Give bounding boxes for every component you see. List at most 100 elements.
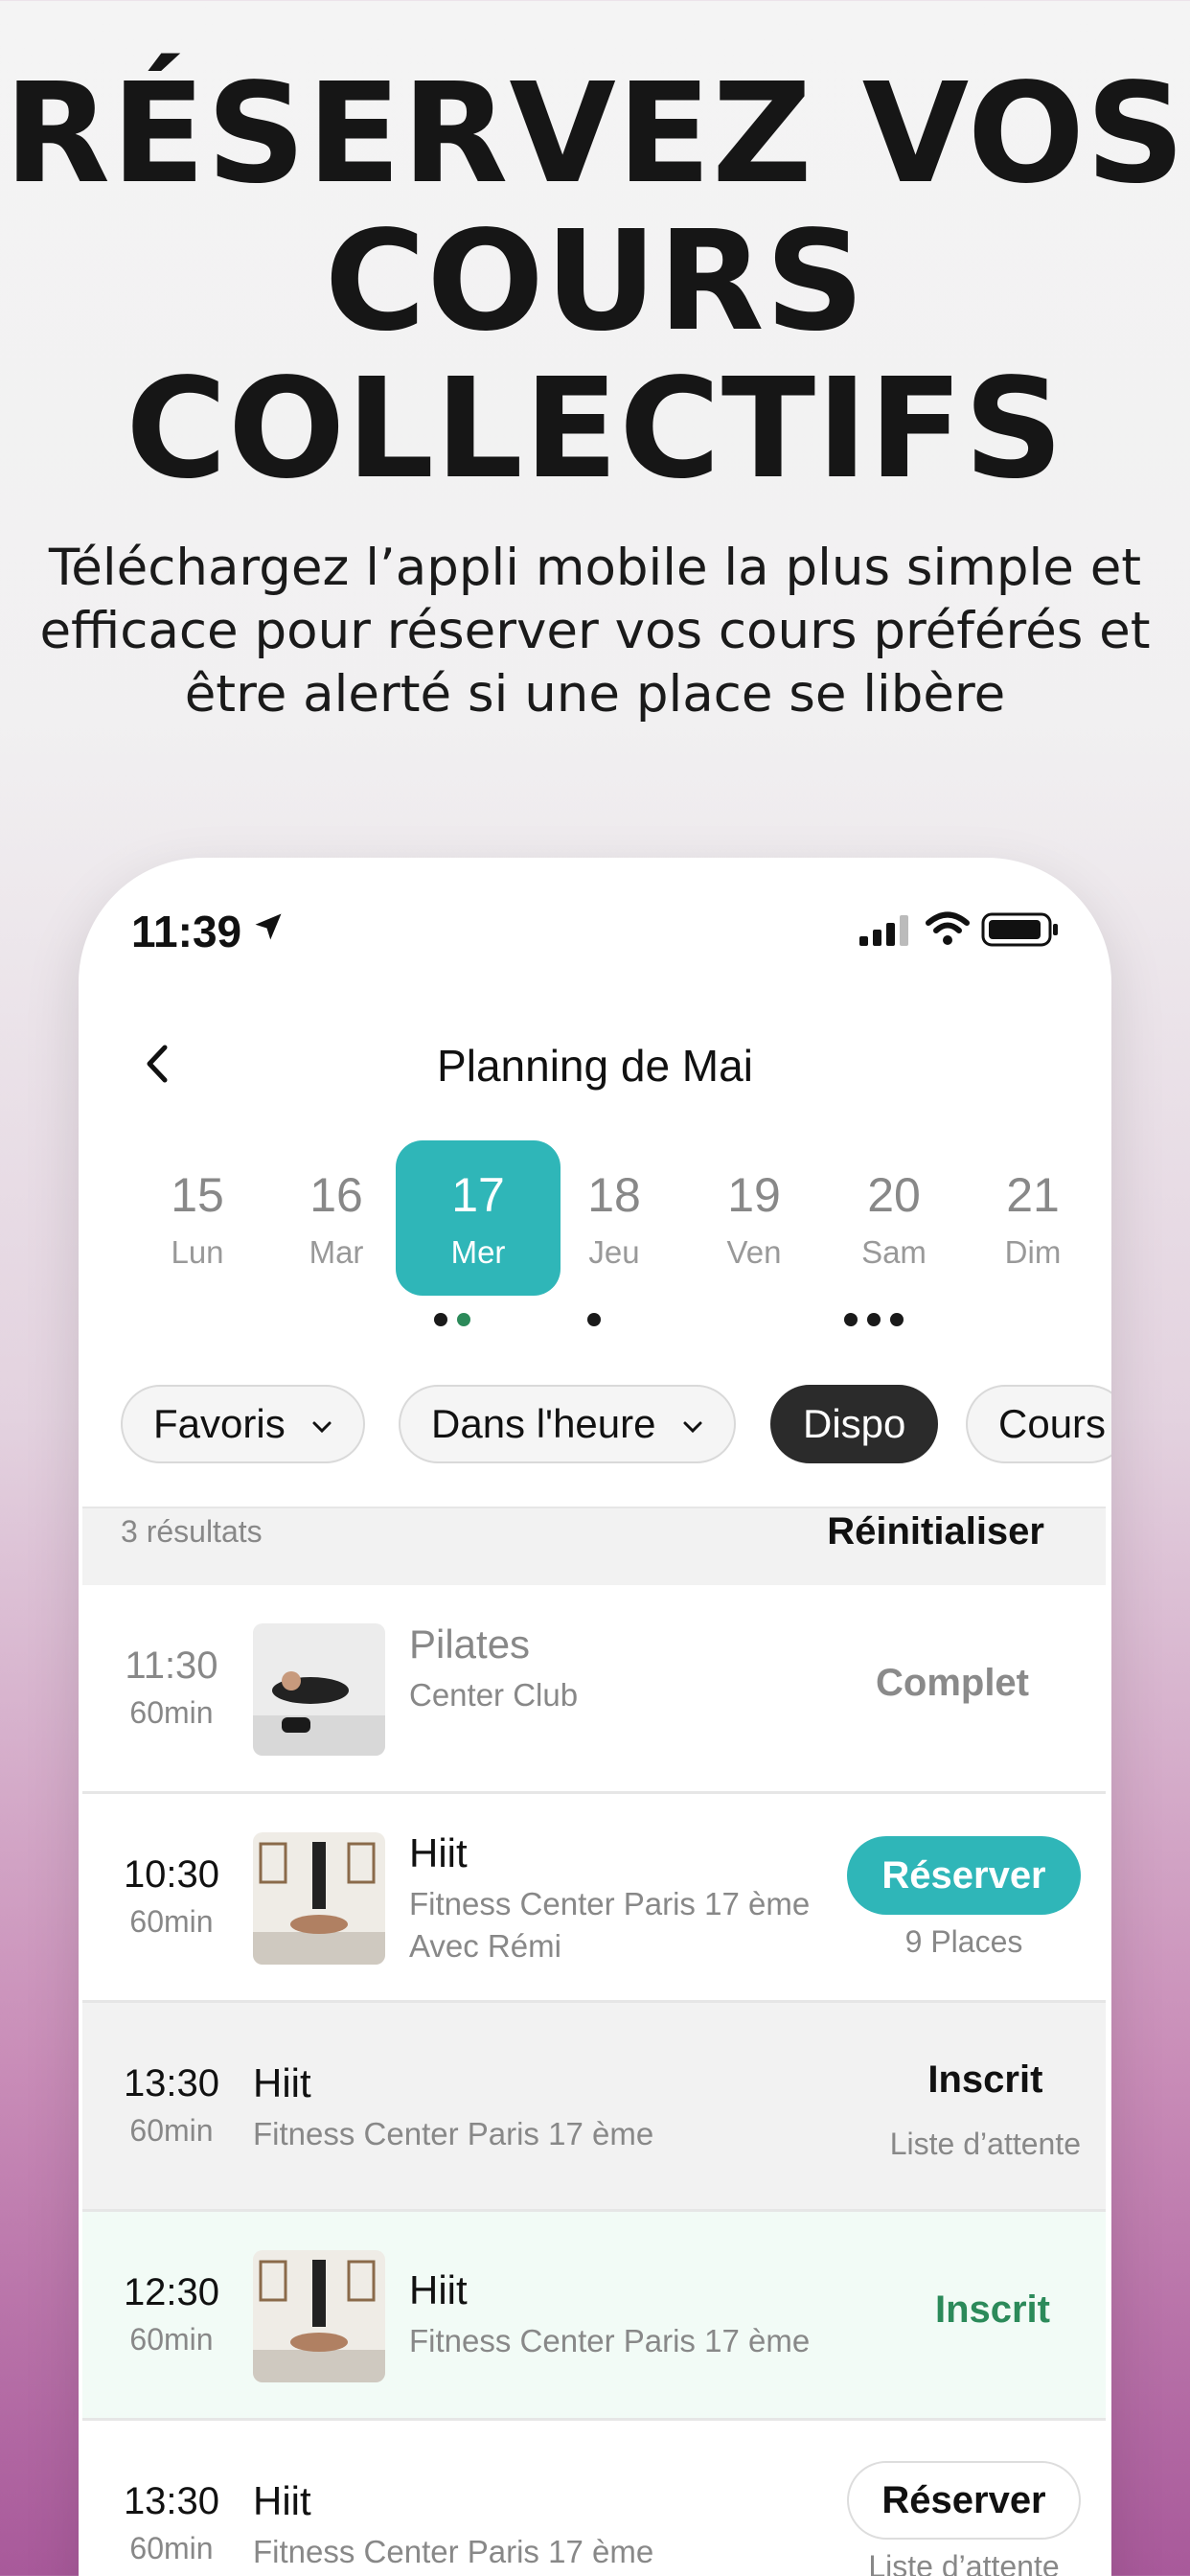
- class-action: Réserver 9 Places: [847, 1836, 1081, 1960]
- event-dot: [867, 1313, 881, 1326]
- class-location: Fitness Center Paris 17 ème: [409, 1886, 811, 1921]
- class-start-time: 10:30: [123, 1853, 220, 1896]
- class-time: 13:30 60min: [119, 2480, 224, 2566]
- class-name: Pilates: [409, 1622, 531, 1667]
- class-thumbnail-pilates: [253, 1623, 385, 1756]
- day-16[interactable]: 16 Mar: [278, 1140, 395, 1296]
- event-dot-booked: [457, 1313, 470, 1326]
- filter-label: Dispo: [803, 1401, 906, 1446]
- class-time: 12:30 60min: [119, 2271, 224, 2358]
- class-info: Hiit Fitness Center Paris 17 ème: [409, 2267, 810, 2359]
- waitlist-label: Liste d’attente: [868, 2549, 1060, 2576]
- class-coach: Avec Rémi: [409, 1928, 561, 1964]
- class-name: Hiit: [253, 2060, 311, 2105]
- day-18[interactable]: 18 Jeu: [556, 1140, 673, 1296]
- day-selector: 15 Lun 16 Mar 17 Mer 18 Jeu 19 Ven 20 Sa…: [79, 1140, 1111, 1332]
- headline-line-2: COURS: [324, 200, 866, 361]
- day-number: 19: [727, 1168, 781, 1222]
- class-start-time: 13:30: [123, 2480, 220, 2522]
- day-label: Sam: [861, 1234, 927, 1270]
- class-duration: 60min: [129, 2113, 214, 2148]
- day-20-event-dots: [844, 1313, 904, 1332]
- day-17-event-dots: [434, 1313, 470, 1332]
- battery-icon: [981, 912, 1058, 947]
- location-arrow-icon: [255, 913, 282, 940]
- chevron-down-icon: [683, 1421, 702, 1434]
- class-list: 3 résultats Réinitialiser 11:30 60min Pi…: [82, 1506, 1106, 2576]
- filter-favoris[interactable]: Favoris: [121, 1385, 366, 1463]
- class-location: Fitness Center Paris 17 ème: [409, 2323, 811, 2358]
- class-row[interactable]: 11:30 60min Pilates Center Club Complet: [82, 1585, 1106, 1794]
- subheadline-line-2: efficace pour réserver vos cours préféré…: [39, 602, 1151, 660]
- headline-line-1: RÉSERVEZ VOS: [4, 53, 1186, 214]
- class-name: Hiit: [409, 2267, 468, 2312]
- class-duration: 60min: [129, 1695, 214, 1730]
- reset-filters-button[interactable]: Réinitialiser: [827, 1510, 1044, 1553]
- filter-label: Dans l'heure: [431, 1401, 656, 1446]
- cellular-signal-icon: [859, 915, 908, 946]
- day-number: 17: [451, 1168, 505, 1222]
- headline-line-3: COLLECTIFS: [126, 348, 1064, 509]
- day-label: Mar: [309, 1234, 364, 1270]
- class-location: Center Club: [409, 1677, 579, 1713]
- day-label: Jeu: [588, 1234, 640, 1270]
- class-row[interactable]: 10:30 60min Hiit Fitness Center Paris 17…: [82, 1794, 1106, 2003]
- day-number: 16: [309, 1168, 363, 1222]
- class-name: Hiit: [253, 2478, 311, 2523]
- day-number: 15: [171, 1168, 224, 1222]
- class-start-time: 12:30: [123, 2271, 220, 2313]
- class-row[interactable]: 13:30 60min Hiit Fitness Center Paris 17…: [82, 2421, 1106, 2576]
- class-action: Inscrit Liste d’attente: [890, 2058, 1081, 2162]
- day-label: Mer: [450, 1234, 506, 1270]
- page-title: Planning de Mai: [437, 1041, 753, 1091]
- filter-dans-l-heure[interactable]: Dans l'heure: [399, 1385, 737, 1463]
- results-bar: 3 résultats Réinitialiser: [82, 1506, 1106, 1585]
- day-20[interactable]: 20 Sam: [835, 1140, 952, 1296]
- filter-cours[interactable]: Cours: [966, 1385, 1111, 1463]
- day-number: 18: [587, 1168, 641, 1222]
- class-info: Pilates Center Club: [409, 1622, 578, 1714]
- day-label: Ven: [726, 1234, 782, 1270]
- phone-mockup: 11:39 Planning de Mai 15 Lun 16 Mar 17 M…: [79, 858, 1111, 2576]
- results-count: 3 résultats: [121, 1514, 263, 1549]
- day-number: 21: [1006, 1168, 1060, 1222]
- class-duration: 60min: [129, 1904, 214, 1939]
- waitlist-label: Liste d’attente: [889, 2127, 1081, 2161]
- filter-dispo-active[interactable]: Dispo: [770, 1385, 939, 1463]
- subheadline-line-3: être alerté si une place se libère: [184, 665, 1006, 724]
- class-row[interactable]: 12:30 60min Hiit Fitness Center Paris 17…: [82, 2212, 1106, 2421]
- subheadline-line-1: Téléchargez l’appli mobile la plus simpl…: [48, 539, 1142, 597]
- class-name: Hiit: [409, 1830, 468, 1875]
- class-time: 10:30 60min: [119, 1853, 224, 1940]
- event-dot: [434, 1313, 447, 1326]
- reserve-button[interactable]: Réserver: [847, 1836, 1081, 1915]
- class-action: Inscrit: [935, 2288, 1050, 2332]
- class-location: Fitness Center Paris 17 ème: [253, 2534, 654, 2569]
- class-start-time: 11:30: [125, 1644, 218, 1687]
- event-dot: [890, 1313, 904, 1326]
- status-time: 11:39: [131, 907, 242, 956]
- class-location: Fitness Center Paris 17 ème: [253, 2116, 654, 2151]
- day-21[interactable]: 21 Dim: [974, 1140, 1091, 1296]
- places-left: 9 Places: [904, 1924, 1023, 1959]
- class-start-time: 13:30: [123, 2062, 220, 2104]
- day-label: Dim: [1004, 1234, 1062, 1270]
- class-action: Complet: [857, 1662, 1048, 1705]
- day-15[interactable]: 15 Lun: [139, 1140, 256, 1296]
- class-row[interactable]: 13:30 60min Hiit Fitness Center Paris 17…: [82, 2003, 1106, 2212]
- day-label: Lun: [171, 1234, 224, 1270]
- class-info: Hiit Fitness Center Paris 17 ème: [253, 2060, 653, 2152]
- class-time: 13:30 60min: [119, 2062, 224, 2149]
- status-complet: Complet: [876, 1662, 1029, 1704]
- status-bar: 11:39: [79, 858, 1111, 982]
- class-info: Hiit Fitness Center Paris 17 ème: [253, 2478, 653, 2570]
- day-17-selected[interactable]: 17 Mer: [396, 1140, 561, 1296]
- class-thumbnail-hiit: [253, 1832, 385, 1965]
- class-duration: 60min: [129, 2531, 214, 2565]
- reserve-waitlist-button[interactable]: Réserver: [847, 2461, 1081, 2540]
- filter-label: Cours: [998, 1401, 1107, 1446]
- chevron-down-icon: [312, 1421, 332, 1434]
- class-action: Réserver Liste d’attente: [847, 2461, 1081, 2576]
- day-19[interactable]: 19 Ven: [696, 1140, 812, 1296]
- top-navigation: Planning de Mai: [79, 1021, 1111, 1107]
